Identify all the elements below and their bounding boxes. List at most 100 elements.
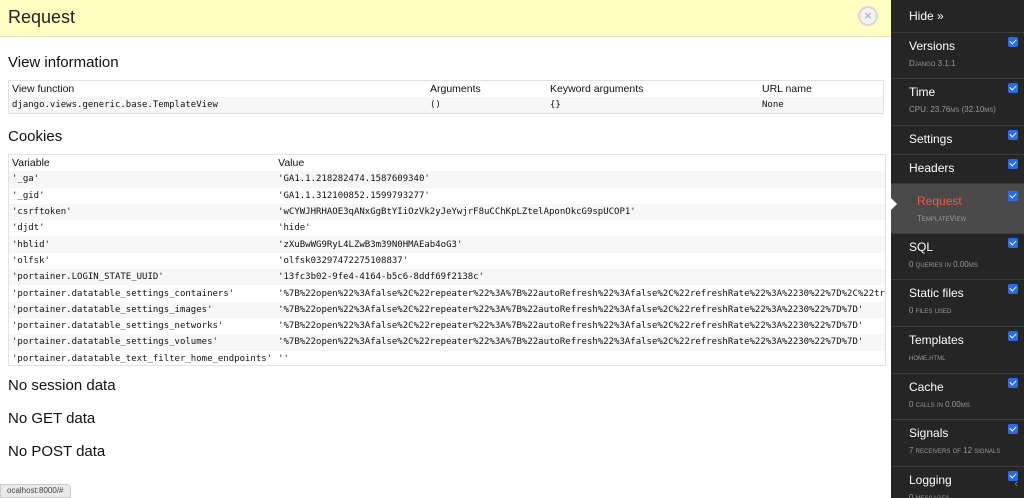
cookie-name-cell: 'csrftoken' — [9, 203, 276, 221]
column-header: URL name — [762, 82, 812, 95]
sidebar-item-subtitle: home.html — [909, 353, 946, 362]
table-row: django.views.generic.base.TemplateView (… — [8, 96, 884, 114]
sidebar-item-label: Settings — [909, 132, 953, 146]
sidebar-item-label: Static files — [909, 286, 964, 300]
cookie-name-cell: '_ga' — [9, 171, 276, 188]
sidebar-item-logging[interactable]: Logging 0 messages — [891, 467, 1024, 498]
close-icon[interactable]: × — [858, 6, 878, 26]
cookies-table: Variable Value '_ga' 'GA1.1.218282474.158… — [9, 155, 886, 365]
cookie-name-cell: 'olfsk' — [12, 255, 50, 266]
sidebar-item-subtitle: TemplateView — [917, 214, 967, 223]
table-row: 'portainer.datatable_text_filter_home_en… — [9, 351, 885, 365]
request-panel: Request × View information View function… — [0, 0, 891, 498]
cookie-name-cell: '_gid' — [12, 190, 45, 201]
panel-toggle-checkbox[interactable] — [1008, 331, 1018, 341]
sidebar-item-static-files[interactable]: Static files 0 files used — [891, 280, 1024, 327]
collapse-icon[interactable]: ‹ — [1014, 478, 1018, 490]
panel-toggle-checkbox[interactable] — [1008, 284, 1018, 294]
table-row: 'portainer.datatable_settings_images' '%7… — [9, 301, 885, 318]
column-header: Value — [278, 157, 305, 170]
view-information-heading: View information — [8, 54, 119, 71]
panel-toggle-checkbox[interactable] — [1008, 424, 1018, 434]
column-header: Variable — [12, 157, 50, 170]
table-row: 'portainer.LOGIN_STATE_UUID' '13fc3b02-9f… — [9, 269, 885, 286]
arguments-cell: () — [427, 96, 547, 114]
view-function-cell: django.views.generic.base.TemplateView — [8, 96, 427, 114]
cookie-name-cell: 'portainer.datatable_settings_volumes' — [9, 334, 276, 351]
table-row: 'djdt' 'hide' — [9, 220, 885, 236]
panel-title: Request — [8, 7, 76, 27]
cookie-value-cell: 'olfsk03297472275108837' — [278, 255, 409, 266]
table-row: 'hblid''zXuBwWG9RyL4LZwB3m39N0HMAEab4oG3… — [9, 236, 885, 253]
sidebar-item-sql[interactable]: SQL 0 queries in 0.00ms — [891, 234, 1024, 280]
sidebar-item-signals[interactable]: Signals 7 receivers of 12 signals — [891, 420, 1024, 467]
panel-toggle-checkbox[interactable] — [1008, 238, 1018, 248]
sidebar-item-subtitle: 0 files used — [909, 306, 952, 315]
table-row: 'csrftoken''wCYWJHRHAOE3qANxGgBtYIiOzVk2… — [9, 203, 885, 221]
cookie-name-cell: 'portainer.datatable_text_filter_home_en… — [12, 353, 273, 364]
hide-toolbar-link[interactable]: Hide » — [909, 9, 944, 23]
column-header: Arguments — [430, 82, 481, 95]
cookie-value-cell: '%7B%22open%22%3Afalse%2C%22repeater%22%… — [278, 321, 864, 332]
cookie-value-cell: '%7B%22open%22%3Afalse%2C%22repeater%22%… — [275, 301, 885, 318]
status-bar-url: ocalhost:8000/# — [0, 484, 71, 498]
cookie-name-cell: 'hblid' — [9, 236, 276, 253]
table-row: 'portainer.datatable_settings_volumes' '%… — [9, 334, 885, 351]
sidebar-item-headers[interactable]: Headers — [891, 155, 1024, 184]
panel-toggle-checkbox[interactable] — [1008, 130, 1018, 140]
sidebar-item-subtitle: 7 receivers of 12 signals — [909, 446, 1001, 455]
table-row: '_gid' 'GA1.1.312100852.1599793277' — [9, 188, 885, 204]
panel-list: Versions Django 3.1.1 Time CPU: 23.76ms (32… — [891, 33, 1024, 498]
table-row: 'portainer.datatable_settings_networks' '… — [9, 318, 885, 334]
table-row: '_ga' 'GA1.1.218282474.1587609340' — [9, 171, 885, 188]
view-information-table: View function Arguments Keyword argument… — [8, 80, 884, 114]
sidebar-item-subtitle: Django 3.1.1 — [909, 59, 956, 68]
sidebar-item-label: Time — [909, 85, 936, 99]
cookie-name-cell: 'portainer.LOGIN_STATE_UUID' — [9, 269, 276, 286]
table-row: 'portainer.datatable_settings_containers… — [9, 285, 886, 301]
url-name-cell: None — [759, 96, 884, 114]
sidebar-item-label: Headers — [909, 161, 955, 175]
sidebar-item-request[interactable]: Request TemplateView — [891, 184, 1024, 234]
no-session-heading: No session data — [8, 377, 116, 394]
sidebar-item-templates[interactable]: Templates home.html — [891, 327, 1024, 374]
sidebar-item-subtitle: 0 messages — [909, 493, 950, 498]
sidebar-item-label: Logging — [909, 473, 952, 487]
no-get-heading: No GET data — [8, 410, 96, 427]
cookie-value-cell: 'GA1.1.312100852.1599793277' — [278, 190, 430, 201]
hide-row: Hide » — [891, 0, 1024, 33]
column-header: Keyword arguments — [550, 82, 644, 95]
sidebar-item-settings[interactable]: Settings — [891, 126, 1024, 155]
sidebar-item-subtitle: CPU: 23.76ms (32.10ms) — [909, 105, 996, 114]
panel-toggle-checkbox[interactable] — [1008, 191, 1018, 201]
cookie-name-cell: 'djdt' — [12, 223, 45, 234]
cookie-value-cell: 'zXuBwWG9RyL4LZwB3m39N0HMAEab4oG3' — [275, 236, 885, 253]
panel-toggle-checkbox[interactable] — [1008, 378, 1018, 388]
sidebar-item-label: Versions — [909, 39, 956, 53]
cookie-value-cell: '' — [278, 353, 289, 364]
sidebar-item-label: SQL — [909, 240, 934, 254]
column-header: View function — [12, 82, 75, 95]
panel-toggle-checkbox[interactable] — [1008, 37, 1018, 47]
panel-header: Request × — [0, 0, 891, 37]
sidebar-item-label: Cache — [909, 380, 944, 394]
sidebar-item-versions[interactable]: Versions Django 3.1.1 — [891, 33, 1024, 79]
cookie-name-cell: 'portainer.datatable_settings_containers… — [12, 288, 235, 299]
cookies-heading: Cookies — [8, 128, 63, 145]
cookie-value-cell: '%7B%22open%22%3Afalse%2C%22repeater%22%… — [275, 334, 885, 351]
cookie-value-cell: '%7B%22open%22%3Afalse%2C%22repeater%22%… — [278, 288, 886, 299]
cookie-value-cell: 'wCYWJHRHAOE3qANxGgBtYIiOzVk2yJeYwjrF8uC… — [275, 203, 885, 221]
sidebar-item-label: Templates — [909, 333, 964, 347]
active-panel-arrow-icon — [891, 198, 897, 210]
keyword-arguments-cell: {} — [547, 96, 759, 114]
table-row: 'olfsk' 'olfsk03297472275108837' — [9, 253, 885, 269]
no-post-heading: No POST data — [8, 443, 106, 460]
sidebar-item-time[interactable]: Time CPU: 23.76ms (32.10ms) — [891, 79, 1024, 126]
sidebar-item-cache[interactable]: Cache 0 calls in 0.00ms — [891, 374, 1024, 420]
panel-toggle-checkbox[interactable] — [1008, 159, 1018, 169]
panel-toggle-checkbox[interactable] — [1008, 83, 1018, 93]
sidebar-item-label: Signals — [909, 426, 949, 440]
cookies-table-container: Variable Value '_ga' 'GA1.1.218282474.158… — [8, 154, 886, 366]
sidebar-item-label: Request — [917, 194, 962, 208]
cookie-value-cell: '13fc3b02-9fe4-4164-b5c6-8ddf69f2138c' — [275, 269, 885, 286]
